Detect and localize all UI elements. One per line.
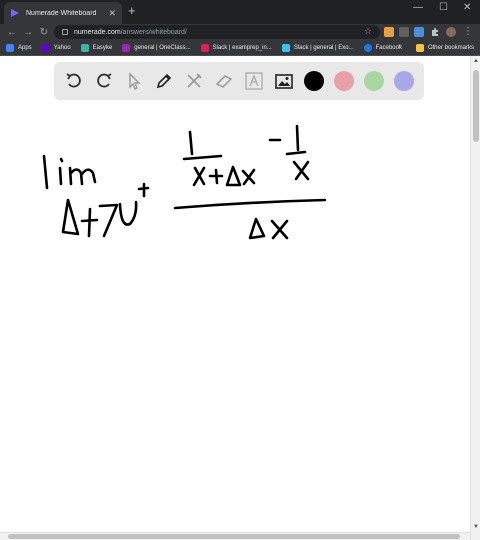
close-window-icon[interactable]: ✕ [463,2,471,13]
tab-close-icon[interactable]: ✕ [108,8,116,18]
numerade-favicon-icon [11,9,19,17]
folder-icon [415,44,424,52]
avatar[interactable] [446,27,456,37]
extensions-puzzle-icon[interactable] [430,27,440,37]
reload-icon[interactable]: ↻ [36,27,52,38]
url-path: /answers/whiteboard/ [120,28,187,36]
scroll-down-icon[interactable]: ▼ [473,524,479,530]
facebook-icon [363,43,372,52]
bookmark-oneclass[interactable]: general | OneClass... [122,43,191,52]
bookmark-yahoo[interactable]: Yahoo [41,43,71,52]
bookmark-star-icon[interactable]: ☆ [364,26,372,37]
whiteboard-canvas[interactable] [0,56,470,532]
extension-icon[interactable] [384,27,394,37]
menu-kebab-icon[interactable]: ⋮ [460,26,476,37]
extension-icon[interactable] [414,27,424,37]
bookmarks-bar: Apps Yahoo Easyke general | OneClass... … [0,40,480,56]
browser-tab[interactable]: Numerade Whiteboard ✕ [4,2,122,24]
handwritten-limit-expression [42,124,327,240]
back-icon[interactable]: ← [4,27,20,38]
slack-icon [200,43,209,52]
url-host: numerade.com [74,28,121,36]
extension-icon[interactable] [399,27,409,37]
slack-icon [122,43,131,52]
bookmark-facebook[interactable]: Facebook [363,43,402,52]
minimize-icon[interactable]: — [413,2,423,13]
vertical-scrollbar-thumb[interactable] [473,70,479,142]
bookmark-apps[interactable]: Apps [6,43,32,52]
tab-strip: Numerade Whiteboard ✕ + — ☐ ✕ [0,0,480,24]
tab-title: Numerade Whiteboard [26,9,97,17]
apps-grid-icon [6,43,14,52]
browser-chrome: Numerade Whiteboard ✕ + — ☐ ✕ ← → ↻ nume… [0,0,480,56]
bookmark-slack-examprep[interactable]: Slack | examprep_in... [200,43,272,52]
slack-icon [281,43,290,52]
yahoo-icon [41,43,50,52]
scroll-up-icon[interactable]: ▲ [473,58,479,64]
address-bar[interactable]: numerade.com /answers/whiteboard/ ☆ [54,25,380,39]
vertical-scrollbar[interactable]: ▲ ▼ [470,56,480,540]
maximize-icon[interactable]: ☐ [439,2,448,13]
lock-icon [62,29,68,35]
more-bookmarks-button[interactable]: » [398,43,402,50]
new-tab-button[interactable]: + [128,4,136,18]
forward-icon[interactable]: → [20,27,36,38]
horizontal-scrollbar-thumb[interactable] [8,534,460,539]
bookmark-slack-general[interactable]: Slack | general | Exo... [281,43,354,52]
easyke-icon [80,43,89,52]
browser-toolbar: ← → ↻ numerade.com /answers/whiteboard/ … [0,24,480,40]
horizontal-scrollbar[interactable] [0,532,470,540]
other-bookmarks[interactable]: Other bookmarks [415,44,474,52]
bookmark-easyke[interactable]: Easyke [80,43,112,52]
